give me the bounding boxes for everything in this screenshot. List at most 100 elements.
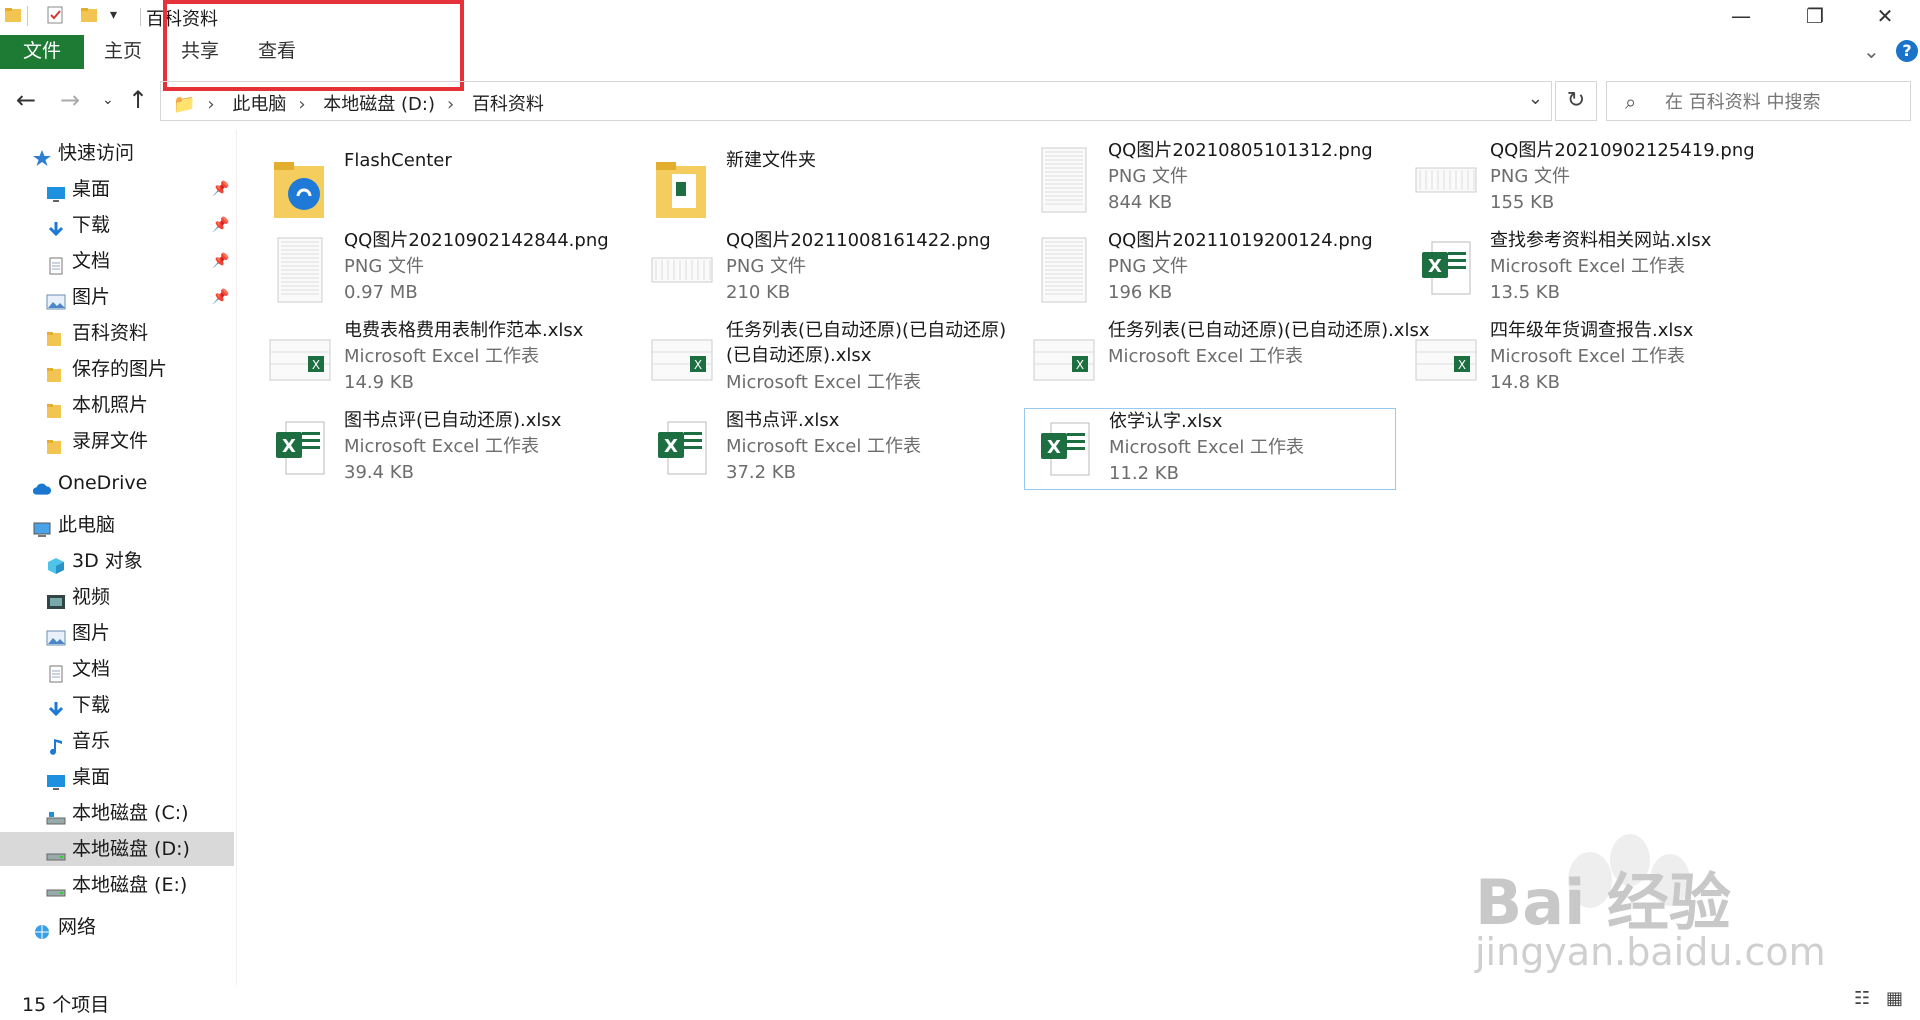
- address-bar[interactable]: 📁 › 此电脑 › 本地磁盘 (D:) › 百科资料 ⌄: [160, 81, 1552, 121]
- folder-icon: [46, 432, 66, 454]
- nav-item[interactable]: 3D 对象: [0, 544, 234, 578]
- nav-item[interactable]: 录屏文件: [0, 424, 234, 458]
- customize-toolbar-icon[interactable]: ▾: [110, 7, 117, 23]
- file-item[interactable]: X 任务列表(已自动还原)(已自动还原)(已自动还原).xlsx Microsoft…: [642, 318, 1014, 400]
- maximize-button[interactable]: ❐: [1782, 0, 1848, 34]
- pc-icon: [32, 516, 52, 537]
- file-thumbnail-icon: X: [1033, 417, 1097, 485]
- tab-file[interactable]: 文件: [0, 35, 84, 69]
- file-item[interactable]: QQ图片20210902142844.png PNG 文件 0.97 MB: [260, 228, 632, 310]
- up-arrow-icon[interactable]: ↑: [128, 86, 148, 114]
- nav-item[interactable]: 本机照片: [0, 388, 234, 422]
- network-icon: [32, 918, 52, 939]
- tab-home[interactable]: 主页: [104, 35, 142, 69]
- file-item[interactable]: QQ图片20211008161422.png PNG 文件 210 KB: [642, 228, 1014, 310]
- nav-item[interactable]: 图片: [0, 616, 234, 650]
- close-button[interactable]: ✕: [1852, 0, 1918, 34]
- breadcrumb-drive-d[interactable]: 本地磁盘 (D:): [323, 94, 435, 115]
- watermark-logo-text: Bai 经验: [1475, 866, 1731, 939]
- nav-item[interactable]: 下载 📌: [0, 208, 234, 242]
- address-dropdown-icon[interactable]: ⌄: [1528, 88, 1543, 109]
- breadcrumb-folder[interactable]: 百科资料: [472, 94, 544, 115]
- properties-icon[interactable]: [46, 6, 64, 24]
- new-folder-icon[interactable]: [80, 6, 98, 24]
- pin-icon[interactable]: 📌: [212, 244, 229, 278]
- breadcrumb-root-icon[interactable]: 📁: [173, 94, 195, 115]
- chevron-down-icon[interactable]: ⌄: [1863, 39, 1880, 63]
- file-name: 依学认字.xlsx: [1109, 411, 1223, 432]
- nav-item[interactable]: 音乐: [0, 724, 234, 758]
- file-size: 155 KB: [1490, 192, 1555, 213]
- nav-network[interactable]: 网络: [0, 910, 234, 944]
- nav-quick-access[interactable]: 快速访问: [0, 136, 234, 170]
- large-icons-view-icon[interactable]: ▦: [1886, 988, 1910, 1010]
- file-size: 196 KB: [1108, 282, 1173, 303]
- nav-item-label: 桌面: [72, 766, 111, 788]
- file-item[interactable]: QQ图片20210902125419.png PNG 文件 155 KB: [1406, 138, 1778, 220]
- nav-item[interactable]: 文档: [0, 652, 234, 686]
- file-item[interactable]: QQ图片20211019200124.png PNG 文件 196 KB: [1024, 228, 1396, 310]
- address-row: ← → ⌄ ↑ 📁 › 此电脑 › 本地磁盘 (D:) › 百科资料 ⌄ ↻ ⌕: [0, 78, 1920, 126]
- nav-item[interactable]: 下载: [0, 688, 234, 722]
- file-type: Microsoft Excel 工作表: [344, 436, 540, 457]
- nav-item[interactable]: 本地磁盘 (C:): [0, 796, 234, 830]
- pane-divider[interactable]: [236, 130, 237, 985]
- file-name: FlashCenter: [344, 150, 452, 171]
- help-button[interactable]: ?: [1896, 40, 1918, 62]
- back-arrow-icon[interactable]: ←: [16, 86, 36, 114]
- file-item[interactable]: X 查找参考资料相关网站.xlsx Microsoft Excel 工作表 13.5 …: [1406, 228, 1778, 310]
- svg-text:X: X: [282, 436, 296, 457]
- file-name: 新建文件夹: [726, 150, 816, 171]
- folder-icon: [46, 396, 66, 418]
- file-type: PNG 文件: [344, 256, 424, 277]
- file-item[interactable]: X 图书点评.xlsx Microsoft Excel 工作表 37.2 KB: [642, 408, 1014, 490]
- minimize-button[interactable]: —: [1708, 0, 1774, 34]
- nav-item[interactable]: 百科资料: [0, 316, 234, 350]
- svg-text:X: X: [1076, 358, 1084, 372]
- forward-arrow-icon[interactable]: →: [60, 86, 80, 114]
- file-thumbnail-icon: X: [650, 416, 714, 484]
- svg-text:X: X: [664, 436, 678, 457]
- details-view-icon[interactable]: ☷: [1854, 988, 1878, 1010]
- file-item[interactable]: FlashCenter: [260, 148, 632, 230]
- file-item[interactable]: X 依学认字.xlsx Microsoft Excel 工作表 11.2 KB: [1024, 408, 1396, 490]
- refresh-button[interactable]: ↻: [1555, 81, 1597, 121]
- nav-item[interactable]: 图片 📌: [0, 280, 234, 314]
- file-item[interactable]: QQ图片20210805101312.png PNG 文件 844 KB: [1024, 138, 1396, 220]
- nav-item-label: 百科资料: [72, 322, 149, 344]
- nav-item[interactable]: 本地磁盘 (E:): [0, 868, 234, 902]
- nav-item[interactable]: 桌面: [0, 760, 234, 794]
- nav-item[interactable]: 保存的图片: [0, 352, 234, 386]
- nav-item[interactable]: 文档 📌: [0, 244, 234, 278]
- search-input[interactable]: [1663, 89, 1907, 115]
- nav-item-label: 网络: [58, 916, 97, 938]
- file-item[interactable]: X 任务列表(已自动还原)(已自动还原).xlsx Microsoft Excel …: [1024, 318, 1430, 400]
- file-item[interactable]: X 电费表格费用表制作范本.xlsx Microsoft Excel 工作表 14.9…: [260, 318, 632, 400]
- nav-onedrive[interactable]: OneDrive: [0, 466, 234, 500]
- folder-icon: [46, 324, 66, 346]
- nav-item[interactable]: 本地磁盘 (D:): [0, 832, 234, 866]
- pin-icon[interactable]: 📌: [212, 172, 229, 206]
- nav-item-label: 本地磁盘 (C:): [72, 802, 189, 824]
- document-icon: [46, 660, 66, 683]
- breadcrumb: 📁 › 此电脑 › 本地磁盘 (D:) › 百科资料: [173, 94, 544, 115]
- file-item[interactable]: X 图书点评(已自动还原).xlsx Microsoft Excel 工作表 39.4…: [260, 408, 632, 490]
- nav-item[interactable]: 桌面 📌: [0, 172, 234, 206]
- nav-item-label: 快速访问: [58, 142, 135, 164]
- nav-item[interactable]: 视频: [0, 580, 234, 614]
- nav-this-pc[interactable]: 此电脑: [0, 508, 234, 542]
- file-item[interactable]: 新建文件夹: [642, 148, 1014, 230]
- recent-locations-icon[interactable]: ⌄: [102, 92, 114, 108]
- file-item[interactable]: X 四年级年货调查报告.xlsx Microsoft Excel 工作表 14.8 K…: [1406, 318, 1778, 400]
- pin-icon[interactable]: 📌: [212, 280, 229, 314]
- breadcrumb-this-pc[interactable]: 此电脑: [232, 94, 286, 115]
- file-size: 37.2 KB: [726, 462, 796, 483]
- nav-item-label: 图片: [72, 622, 111, 644]
- search-box[interactable]: ⌕: [1606, 81, 1911, 121]
- nav-item-label: 下载: [72, 694, 111, 716]
- pin-icon[interactable]: 📌: [212, 208, 229, 242]
- nav-item-label: 此电脑: [58, 514, 116, 536]
- file-name: 任务列表(已自动还原)(已自动还原)(已自动还原).xlsx: [726, 320, 1007, 366]
- file-thumbnail-icon: [650, 236, 714, 304]
- nav-item-label: 保存的图片: [72, 358, 168, 380]
